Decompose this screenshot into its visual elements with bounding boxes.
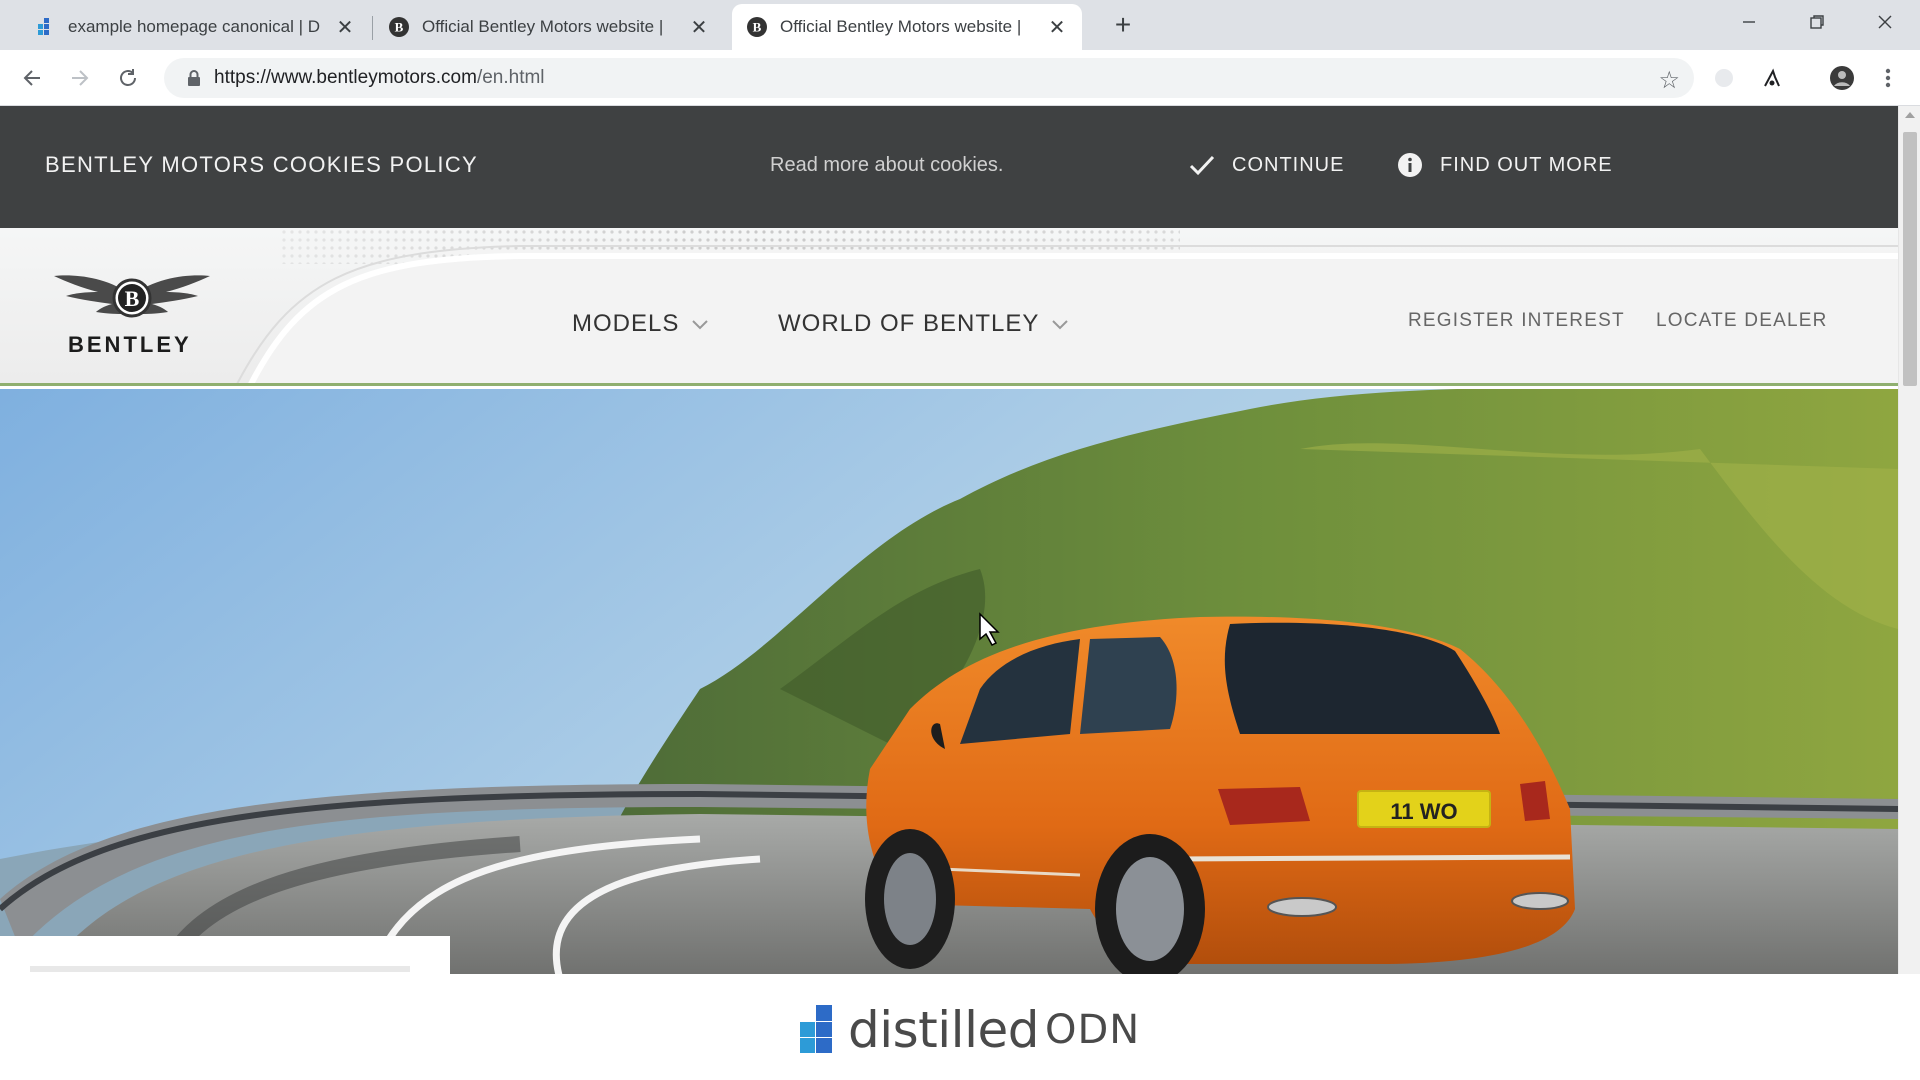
watermark-suffix: ODN: [1044, 1007, 1141, 1053]
distilled-favicon-icon: [34, 16, 56, 38]
svg-text:B: B: [395, 20, 404, 35]
tab-close-icon[interactable]: ✕: [688, 16, 710, 39]
continue-label: CONTINUE: [1232, 153, 1345, 176]
browser-toolbar: https://www.bentleymotors.com/en.html ☆: [0, 50, 1920, 106]
distilled-logo-icon: [800, 1005, 832, 1053]
new-tab-button[interactable]: +: [1108, 9, 1138, 40]
cookie-read-more-link[interactable]: Read more about cookies.: [770, 154, 1003, 177]
lock-icon: [174, 69, 214, 87]
restore-icon[interactable]: [1784, 0, 1850, 44]
tab-close-icon[interactable]: ✕: [1046, 16, 1068, 39]
nav-models-label: MODELS: [572, 310, 680, 337]
bentley-favicon-icon: B: [388, 16, 410, 38]
window-close-icon[interactable]: [1852, 0, 1918, 44]
find-out-more-label: FIND OUT MORE: [1440, 153, 1613, 176]
address-bar[interactable]: https://www.bentleymotors.com/en.html ☆: [164, 58, 1694, 98]
tab-title: example homepage canonical | D: [68, 17, 321, 36]
cookie-banner: BENTLEY MOTORS COOKIES POLICY Read more …: [0, 106, 1898, 228]
hero-image: 11 WO: [0, 389, 1898, 974]
tab-close-icon[interactable]: ✕: [334, 16, 356, 39]
scroll-up-arrow-icon[interactable]: [1905, 112, 1915, 118]
tab-bentley-1[interactable]: B Official Bentley Motors website | ✕: [374, 4, 724, 50]
nav-models[interactable]: MODELS: [572, 310, 709, 338]
menu-icon[interactable]: [1872, 62, 1904, 94]
svg-text:B: B: [753, 20, 762, 35]
info-icon: [1396, 151, 1424, 179]
browser-tabstrip: example homepage canonical | D ✕ B Offic…: [0, 0, 1920, 50]
tab-title: Official Bentley Motors website |: [422, 17, 664, 36]
profile-icon[interactable]: [1826, 62, 1858, 94]
chevron-down-icon: [1052, 320, 1069, 330]
distilled-odn-watermark: distilled ODN: [800, 1000, 1140, 1060]
cookie-title: BENTLEY MOTORS COOKIES POLICY: [45, 152, 478, 177]
reload-icon[interactable]: [112, 62, 144, 94]
nav-world-of-bentley[interactable]: WORLD OF BENTLEY: [778, 310, 1069, 338]
site-header: B BENTLEY MODELS WORLD OF BENTLEY REGIST…: [0, 228, 1898, 386]
tab-distilled[interactable]: example homepage canonical | D ✕: [20, 4, 370, 50]
back-icon[interactable]: [16, 62, 48, 94]
chevron-down-icon: [692, 320, 709, 330]
license-plate-text: 11 WO: [1390, 799, 1457, 824]
tab-title: Official Bentley Motors website |: [780, 17, 1022, 36]
extension-icon[interactable]: [1708, 62, 1740, 94]
star-icon[interactable]: ☆: [1658, 66, 1680, 95]
page-viewport: BENTLEY MOTORS COOKIES POLICY Read more …: [0, 106, 1920, 974]
extension-icon[interactable]: [1756, 62, 1788, 94]
bentley-wordmark: BENTLEY: [68, 332, 192, 357]
cookie-find-out-more-button[interactable]: FIND OUT MORE: [1396, 150, 1613, 180]
url-path: /en.html: [476, 67, 545, 88]
register-interest-link[interactable]: REGISTER INTEREST: [1408, 310, 1625, 332]
check-icon: [1188, 151, 1216, 179]
tab-separator: [372, 16, 373, 40]
forward-icon[interactable]: [64, 62, 96, 94]
page-scrollbar[interactable]: [1898, 106, 1920, 974]
url-host: https://www.bentleymotors.com: [214, 67, 477, 88]
caption-text-placeholder: [30, 966, 410, 972]
tab-bentley-active[interactable]: B Official Bentley Motors website | ✕: [732, 4, 1082, 50]
hero-caption-box: [0, 936, 450, 974]
header-swoosh-graphic: [236, 228, 1898, 383]
svg-text:B: B: [125, 286, 140, 311]
scrollbar-thumb[interactable]: [1903, 132, 1917, 386]
cookie-continue-button[interactable]: CONTINUE: [1188, 150, 1344, 180]
watermark-word: distilled: [848, 1001, 1039, 1059]
locate-dealer-link[interactable]: LOCATE DEALER: [1656, 310, 1828, 332]
bentley-favicon-icon: B: [746, 16, 768, 38]
url-text: https://www.bentleymotors.com/en.html: [214, 67, 545, 89]
minimize-icon[interactable]: [1716, 0, 1782, 44]
nav-world-label: WORLD OF BENTLEY: [778, 310, 1040, 337]
